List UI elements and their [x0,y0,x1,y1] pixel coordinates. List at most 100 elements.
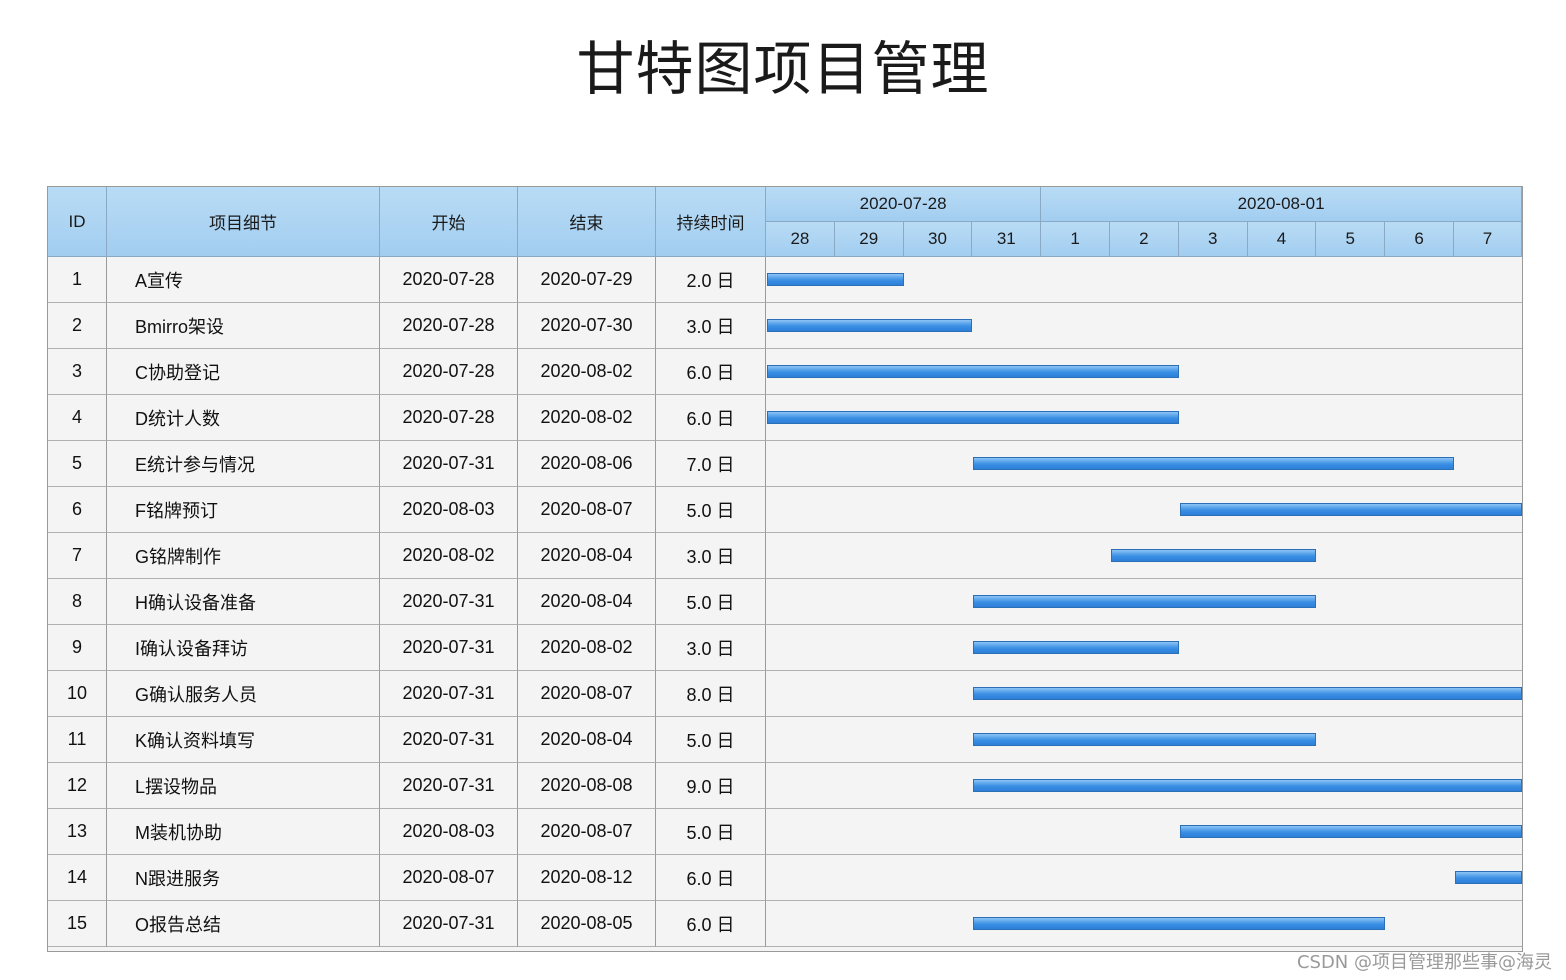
task-bar[interactable] [973,595,1317,608]
cell-start: 2020-08-07 [380,855,518,901]
cell-end: 2020-08-04 [518,579,656,625]
task-bar[interactable] [1179,503,1522,516]
timeline-day-header: 30 [903,222,973,257]
cell-start: 2020-07-31 [380,901,518,947]
timeline-day-header: 1 [1041,222,1110,257]
timeline-group-header: 2020-07-28 [766,187,1042,222]
cell-start: 2020-07-31 [380,717,518,763]
cell-start: 2020-07-28 [380,395,518,441]
cell-id: 15 [48,901,107,947]
task-bar[interactable] [767,411,1179,424]
cell-end: 2020-08-07 [518,671,656,717]
cell-detail: G确认服务人员 [107,671,380,717]
cell-end: 2020-08-04 [518,717,656,763]
timeline-row [766,855,1522,901]
cell-start: 2020-07-28 [380,303,518,349]
header-detail: 项目细节 [107,187,380,257]
cell-duration: 3.0 日 [656,303,766,349]
cell-end: 2020-08-07 [518,487,656,533]
cell-id: 12 [48,763,107,809]
header-id: ID [48,187,107,257]
cell-id: 9 [48,625,107,671]
cell-duration: 6.0 日 [656,349,766,395]
cell-start: 2020-07-31 [380,763,518,809]
cell-detail: F铭牌预订 [107,487,380,533]
cell-detail: I确认设备拜访 [107,625,380,671]
cell-start: 2020-07-28 [380,257,518,303]
cell-start: 2020-07-31 [380,671,518,717]
task-bar[interactable] [973,917,1386,930]
cell-end: 2020-08-06 [518,441,656,487]
cell-end: 2020-07-30 [518,303,656,349]
cell-id: 11 [48,717,107,763]
cell-detail: L摆设物品 [107,763,380,809]
cell-id: 6 [48,487,107,533]
watermark: CSDN @项目管理那些事@海灵 [1296,952,1552,973]
cell-duration: 7.0 日 [656,441,766,487]
cell-duration: 3.0 日 [656,625,766,671]
cell-duration: 9.0 日 [656,763,766,809]
cell-end: 2020-08-05 [518,901,656,947]
cell-id: 4 [48,395,107,441]
cell-duration: 6.0 日 [656,855,766,901]
cell-duration: 5.0 日 [656,487,766,533]
cell-start: 2020-07-31 [380,441,518,487]
timeline-day-header: 7 [1454,222,1522,257]
cell-detail: E统计参与情况 [107,441,380,487]
cell-id: 5 [48,441,107,487]
cell-detail: N跟进服务 [107,855,380,901]
cell-duration: 2.0 日 [656,257,766,303]
cell-end: 2020-08-02 [518,395,656,441]
cell-end: 2020-08-02 [518,349,656,395]
header-end: 结束 [518,187,656,257]
cell-detail: O报告总结 [107,901,380,947]
cell-duration: 5.0 日 [656,809,766,855]
header-duration: 持续时间 [656,187,766,257]
cell-start: 2020-08-03 [380,809,518,855]
cell-end: 2020-08-07 [518,809,656,855]
cell-id: 7 [48,533,107,579]
task-bar[interactable] [973,733,1317,746]
cell-duration: 8.0 日 [656,671,766,717]
cell-end: 2020-08-08 [518,763,656,809]
task-bar[interactable] [973,687,1522,700]
cell-detail: H确认设备准备 [107,579,380,625]
task-bar[interactable] [1111,549,1317,562]
cell-detail: D统计人数 [107,395,380,441]
cell-detail: M装机协助 [107,809,380,855]
timeline-day-header: 31 [972,222,1042,257]
task-bar[interactable] [1455,871,1522,884]
cell-id: 8 [48,579,107,625]
cell-id: 1 [48,257,107,303]
cell-id: 14 [48,855,107,901]
task-bar[interactable] [767,365,1179,378]
task-bar[interactable] [767,319,973,332]
cell-id: 10 [48,671,107,717]
task-bar[interactable] [973,779,1522,792]
cell-id: 2 [48,303,107,349]
cell-detail: C协助登记 [107,349,380,395]
cell-detail: K确认资料填写 [107,717,380,763]
chart-title: 甘特图项目管理 [576,35,990,103]
task-bar[interactable] [767,273,904,286]
timeline-day-header: 5 [1316,222,1386,257]
cell-end: 2020-08-04 [518,533,656,579]
cell-duration: 6.0 日 [656,901,766,947]
cell-duration: 5.0 日 [656,717,766,763]
task-bar[interactable] [973,457,1454,470]
cell-duration: 6.0 日 [656,395,766,441]
cell-start: 2020-08-03 [380,487,518,533]
cell-start: 2020-07-28 [380,349,518,395]
cell-detail: A宣传 [107,257,380,303]
timeline-day-header: 2 [1110,222,1179,257]
page: 甘特图项目管理 ID 项目细节 开始 结束 持续时间 2020-07-28 202… [0,0,1566,980]
cell-duration: 5.0 日 [656,579,766,625]
task-bar[interactable] [1179,825,1522,838]
cell-start: 2020-08-02 [380,533,518,579]
cell-id: 3 [48,349,107,395]
cell-id: 13 [48,809,107,855]
task-bar[interactable] [973,641,1179,654]
timeline-group-header: 2020-08-01 [1041,187,1522,222]
cell-detail: Bmirro架设 [107,303,380,349]
timeline-day-header: 6 [1385,222,1454,257]
